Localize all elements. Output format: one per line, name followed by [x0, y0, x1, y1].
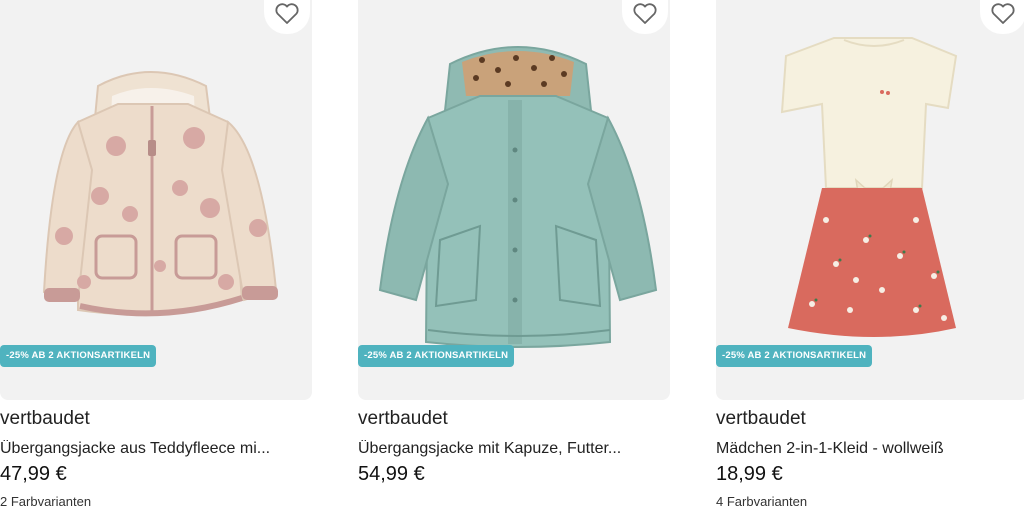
product-image[interactable]: -25% AB 2 AKTIONSARTIKELN — [358, 0, 670, 400]
heart-outline-icon — [991, 3, 1015, 24]
product-image[interactable]: -25% AB 2 AKTIONSARTIKELN — [716, 0, 1024, 400]
product-price: 54,99 € — [358, 463, 425, 485]
teddy-jacket-image — [42, 71, 278, 317]
product-price: 47,99 € — [0, 463, 67, 485]
dress-image — [780, 37, 958, 337]
product-card[interactable]: -25% AB 2 AKTIONSARTIKELN vertbaudet Mäd… — [716, 0, 1024, 511]
heart-outline-icon — [633, 3, 657, 24]
product-price: 18,99 € — [716, 463, 783, 485]
product-brand: vertbaudet — [0, 408, 90, 429]
heart-outline-icon — [275, 3, 299, 24]
product-grid: -25% AB 2 AKTIONSARTIKELN vertbaudet Übe… — [0, 0, 1024, 511]
promo-badge: -25% AB 2 AKTIONSARTIKELN — [358, 345, 515, 367]
product-title[interactable]: Übergangsjacke mit Kapuze, Futter... — [358, 440, 670, 458]
product-card[interactable]: -25% AB 2 AKTIONSARTIKELN vertbaudet Übe… — [358, 0, 670, 511]
product-card[interactable]: -25% AB 2 AKTIONSARTIKELN vertbaudet Übe… — [0, 0, 312, 511]
product-title[interactable]: Übergangsjacke aus Teddyfleece mi... — [0, 440, 312, 458]
product-brand: vertbaudet — [716, 408, 806, 429]
promo-badge: -25% AB 2 AKTIONSARTIKELN — [0, 345, 157, 367]
parka-jacket-image — [378, 46, 658, 348]
product-title[interactable]: Mädchen 2-in-1-Kleid - wollweiß — [716, 440, 1024, 458]
product-image[interactable]: -25% AB 2 AKTIONSARTIKELN — [0, 0, 312, 400]
product-brand: vertbaudet — [358, 408, 448, 429]
color-variants: 4 Farbvarianten — [716, 494, 808, 509]
color-variants: 2 Farbvarianten — [0, 494, 92, 509]
promo-badge: -25% AB 2 AKTIONSARTIKELN — [716, 345, 873, 367]
